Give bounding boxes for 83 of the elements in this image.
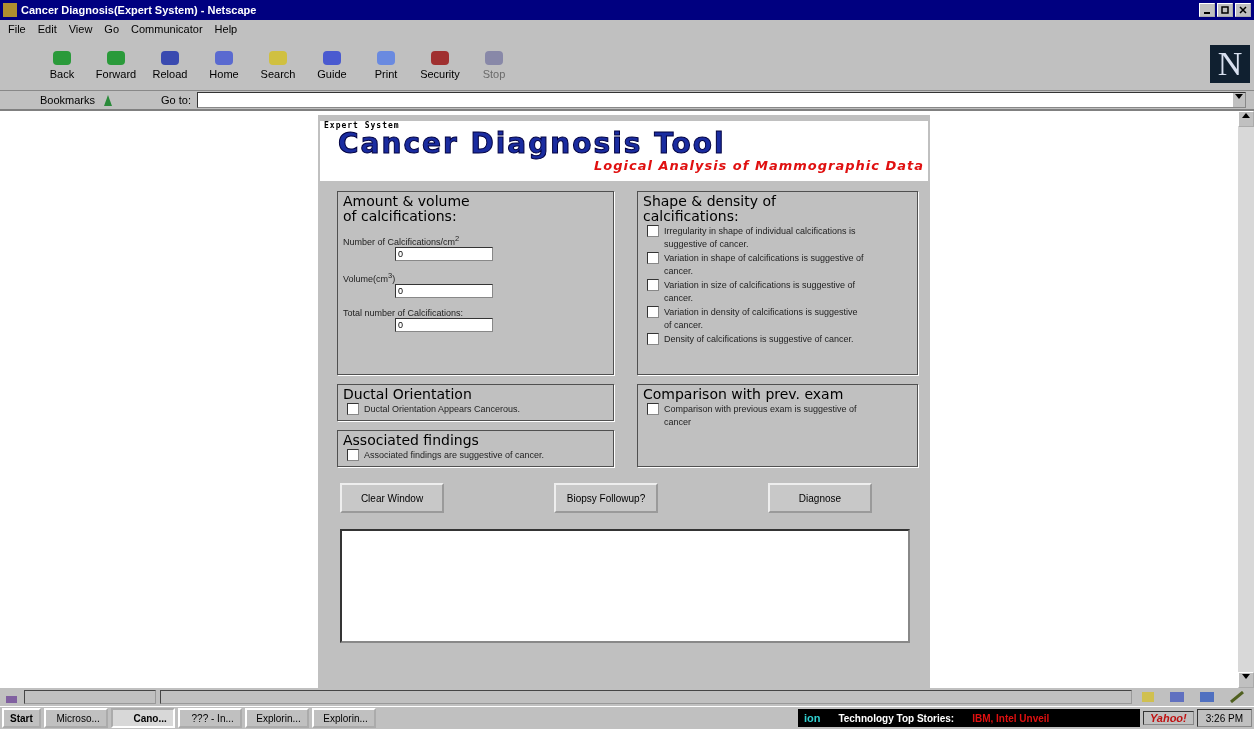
url-field[interactable] xyxy=(197,92,1246,108)
menu-item[interactable]: File xyxy=(8,23,26,35)
toolbar-icon xyxy=(428,48,452,68)
menu-item[interactable]: Edit xyxy=(37,23,57,35)
checkbox[interactable] xyxy=(647,333,659,345)
form-button[interactable]: Clear Window xyxy=(340,483,444,513)
window-title: Cancer Diagnosis(Expert System) - Netscape xyxy=(21,4,257,16)
ticker-brand: ion xyxy=(803,712,821,724)
toolbar-button[interactable]: Reload xyxy=(144,46,196,82)
group-title: Ductal Orientation xyxy=(343,387,473,402)
taskbar-button[interactable]: Explorin... xyxy=(244,708,309,728)
toolbar-button[interactable]: Forward xyxy=(90,46,142,82)
toolbar-icon xyxy=(320,48,344,68)
toolbar-icon xyxy=(50,48,74,68)
checkbox[interactable] xyxy=(647,306,659,318)
checkbox[interactable] xyxy=(647,252,659,264)
toolbar-button[interactable]: Guide xyxy=(306,46,358,82)
toolbar-icon xyxy=(158,48,182,68)
scrollbar[interactable] xyxy=(1238,111,1254,688)
toolbar-icon xyxy=(104,48,128,68)
news-ticker[interactable]: ion Technology Top Stories: IBM, Intel Unveil xyxy=(797,709,1140,727)
start-button[interactable]: Start xyxy=(2,708,41,728)
checkbox[interactable] xyxy=(647,225,659,237)
ticker-story: IBM, Intel Unveil xyxy=(972,712,1050,724)
option-label: Associated findings are suggestive of cancer. xyxy=(364,449,546,462)
input-field[interactable]: 0 xyxy=(395,247,493,261)
clock: 3:26 PM xyxy=(1196,709,1252,727)
toolbar-button[interactable]: Print xyxy=(360,46,412,82)
checkbox[interactable] xyxy=(347,449,359,461)
close-button[interactable] xyxy=(1235,3,1251,17)
bookmarks-button[interactable]: Bookmarks xyxy=(20,94,96,106)
form-button[interactable]: Diagnose xyxy=(768,483,872,513)
dropdown-icon[interactable] xyxy=(1235,94,1243,100)
menu-item[interactable]: Communicator xyxy=(131,23,203,35)
browser-logo: N xyxy=(1210,45,1250,83)
toolbar-button[interactable]: Security xyxy=(414,46,466,82)
toolbar-icon xyxy=(374,48,398,68)
group-title: Shape & density of calcifications: xyxy=(643,194,778,224)
app-icon xyxy=(3,3,17,17)
input-field[interactable]: 0 xyxy=(395,284,493,298)
toolbar-button[interactable]: Back xyxy=(36,46,88,82)
option-label: Ductal Orientation Appears Cancerous. xyxy=(364,403,522,416)
option-label: Irregularity in shape of individual calcifications is suggestive of cancer. xyxy=(664,225,857,251)
toolbar-icon xyxy=(482,48,506,68)
checkbox[interactable] xyxy=(647,403,659,415)
output-area[interactable] xyxy=(340,529,910,643)
checkbox[interactable] xyxy=(647,279,659,291)
input-field[interactable]: 0 xyxy=(395,318,493,332)
toolbar-icon xyxy=(212,48,236,68)
taskbar-button[interactable]: Explorin... xyxy=(311,708,376,728)
scroll-up-icon[interactable] xyxy=(1242,113,1250,119)
ticker-headline: Technology Top Stories: xyxy=(838,712,955,724)
group-title: Comparison with prev. exam xyxy=(643,387,845,402)
toolbar-icon xyxy=(266,48,290,68)
menu-item[interactable]: Go xyxy=(104,23,120,35)
toolbar-button[interactable]: Search xyxy=(252,46,304,82)
checkbox[interactable] xyxy=(347,403,359,415)
banner-kicker: Expert System xyxy=(324,121,401,130)
field-label: Volume(cm$^{3}$) xyxy=(343,270,397,284)
option-label: Variation in density of calcifications is suggestive of cancer. xyxy=(664,306,859,332)
banner-subtitle: Logical Analysis of Mammographic Data xyxy=(593,158,924,173)
taskbar-button[interactable]: Cano... xyxy=(110,708,175,728)
option-label: Variation in size of calcifications is suggestive of cancer. xyxy=(664,279,856,305)
maximize-button[interactable] xyxy=(1217,3,1233,17)
form-button[interactable]: Biopsy Followup? xyxy=(554,483,658,513)
minimize-button[interactable] xyxy=(1199,3,1215,17)
option-label: Comparison with previous exam is suggestive of cancer xyxy=(664,403,858,429)
taskbar-button[interactable]: ??? - In... xyxy=(177,708,242,728)
taskbar-button[interactable]: Microso... xyxy=(43,708,108,728)
banner-title: Cancer Diagnosis Tool xyxy=(338,130,727,158)
menu-item[interactable]: View xyxy=(68,23,93,35)
option-label: Variation in shape of calcifications is suggestive of cancer. xyxy=(664,252,864,278)
maximize-icon xyxy=(1221,6,1229,14)
field-label: Total number of Calcifications: xyxy=(343,307,465,318)
menu-item[interactable]: Help xyxy=(214,23,238,35)
goto-label: Go to: xyxy=(161,94,191,106)
group-title: Associated findings xyxy=(343,433,480,448)
option-label: Density of calcifications is suggestive of cancer. xyxy=(664,333,855,346)
scroll-down-icon[interactable] xyxy=(1242,674,1250,680)
group-title: Amount & volume of calcifications: xyxy=(343,194,471,224)
close-icon xyxy=(1239,6,1247,14)
field-label: Number of Calcifications/cm$^{2}$ xyxy=(343,233,461,247)
toolbar-button[interactable]: Home xyxy=(198,46,250,82)
